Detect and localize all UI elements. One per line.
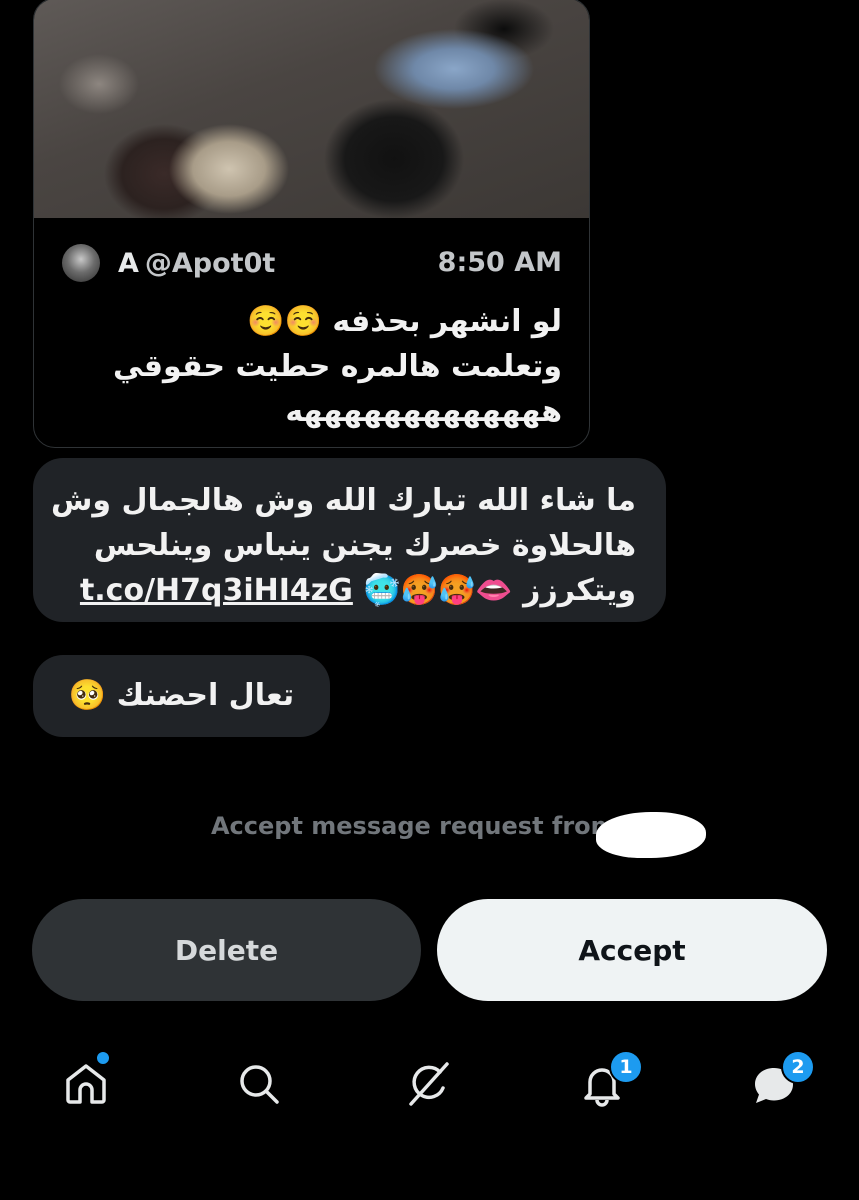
quoted-tweet-card[interactable]: A @Apot0t 8:50 AM لو انشهر بحذفه ☺️☺️ وت… (33, 0, 590, 448)
home-badge (95, 1050, 111, 1066)
delete-button[interactable]: Delete (32, 899, 421, 1001)
quoted-tweet-image[interactable] (34, 0, 589, 218)
message-line: ما شاء الله تبارك الله وش هالجمال وش (50, 483, 636, 518)
search-icon[interactable] (235, 1060, 283, 1108)
accept-button[interactable]: Accept (437, 899, 827, 1001)
grok-icon[interactable] (405, 1060, 453, 1108)
message-bubble[interactable]: تعال احضنك 🥺 (33, 655, 330, 737)
messages-badge: 2 (781, 1050, 815, 1084)
quoted-author-name: A (118, 247, 139, 279)
notifications-badge: 1 (609, 1050, 643, 1084)
quoted-tweet-line: وتعلمت هالمره حطيت حقوقي (113, 349, 562, 384)
message-line: هالحلاوة خصرك يجنن ينباس وينلحس (93, 528, 636, 563)
quoted-tweet-text: لو انشهر بحذفه ☺️☺️ وتعلمت هالمره حطيت ح… (62, 299, 562, 434)
quoted-tweet-header: A @Apot0t 8:50 AM (62, 244, 562, 282)
message-bubble[interactable]: ما شاء الله تبارك الله وش هالجمال وش هال… (33, 458, 666, 622)
message-line: ويتكرزز 👄🥵🥵🥶 t.co/H7q3iHI4zG (80, 568, 636, 613)
quoted-tweet-line: لو انشهر بحذفه ☺️☺️ (247, 304, 562, 339)
redacted-username (596, 812, 706, 858)
quoted-author-handle: @Apot0t (144, 247, 276, 279)
quoted-tweet-line: هههههههههههههه (285, 394, 562, 429)
home-icon[interactable] (62, 1060, 110, 1108)
message-request-prompt: Accept message request from @ (210, 812, 649, 840)
message-link[interactable]: t.co/H7q3iHI4zG (80, 573, 353, 608)
quoted-tweet-time: 8:50 AM (437, 247, 562, 278)
avatar[interactable] (62, 244, 100, 282)
message-line-text: ويتكرزز 👄🥵🥵🥶 (363, 573, 636, 608)
